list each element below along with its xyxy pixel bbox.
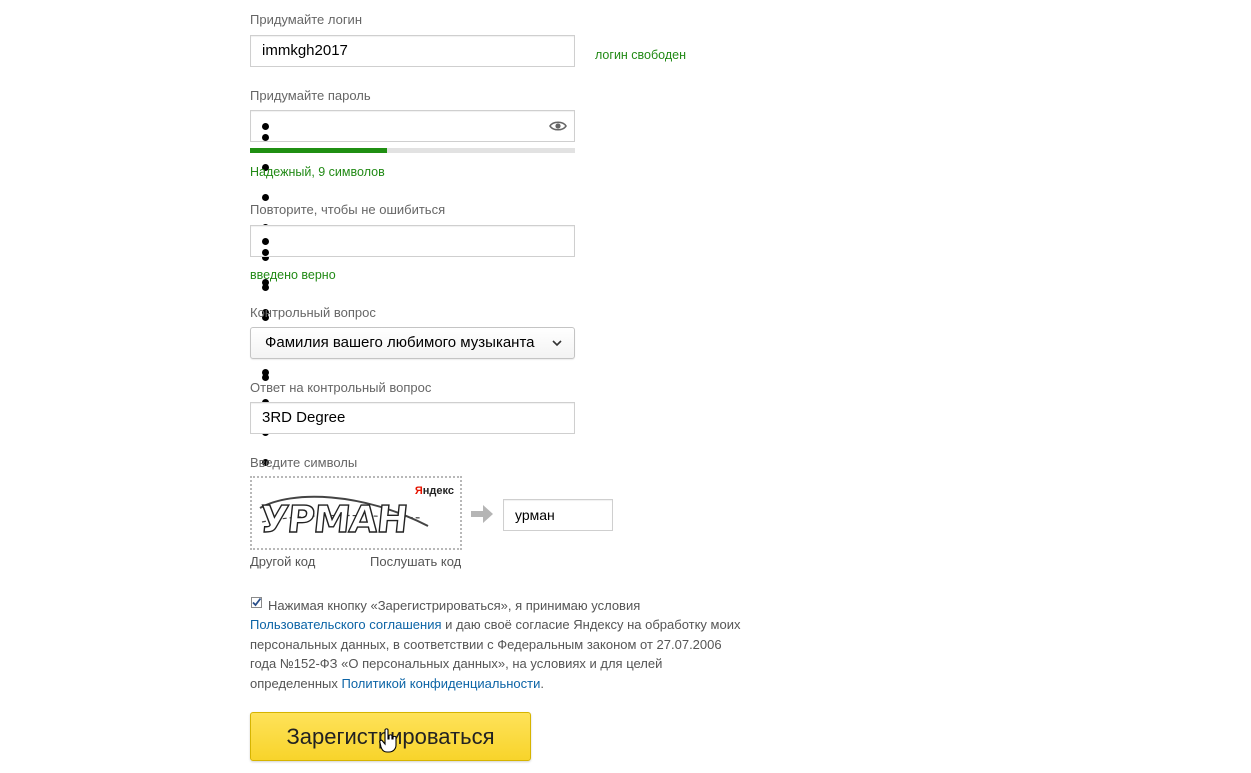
captcha-brand-rest: ндекс — [422, 485, 454, 497]
security-question-value: Фамилия вашего любимого музыканта — [265, 334, 535, 351]
password-repeat-mask — [262, 237, 269, 497]
login-label: Придумайте логин — [250, 12, 362, 27]
mask-dot — [262, 134, 269, 142]
password-repeat-input[interactable] — [250, 225, 575, 497]
hand-cursor-icon — [379, 728, 397, 753]
password-strength-track — [250, 148, 575, 153]
agreement-line-1: Нажимая кнопку «Зарегистрироваться», я п… — [268, 598, 641, 613]
captcha-input[interactable]: урман — [503, 499, 613, 531]
password-repeat-status: введено верно — [250, 268, 336, 282]
mask-dot — [262, 249, 269, 257]
mask-dot — [262, 369, 269, 377]
captcha-brand: Яндекс — [415, 485, 454, 497]
captcha-brand-first-letter: Я — [414, 485, 423, 497]
captcha-other-code-link[interactable]: Другой код — [250, 554, 315, 569]
login-input[interactable]: immkgh2017 — [250, 35, 575, 67]
security-answer-input[interactable]: 3RD Degree — [250, 402, 575, 434]
agreement-line-2: Пользовательского соглашения и даю своё … — [250, 615, 740, 635]
arrow-right-icon — [471, 505, 493, 523]
user-agreement-link[interactable]: Пользовательского соглашения — [250, 617, 442, 632]
agreement-line-4: года №152-ФЗ «О персональных данных», на… — [250, 656, 663, 671]
mask-dot — [262, 194, 269, 202]
password-strength-text: Надежный, 9 символов — [250, 165, 385, 179]
captcha-label: Введите символы — [250, 455, 358, 470]
agreement-line-3: персональных данных, в соответствии с Фе… — [250, 637, 722, 652]
security-question-label: Контрольный вопрос — [250, 305, 376, 320]
captcha-text: УРМАН — [257, 497, 410, 541]
checkmark-icon — [252, 597, 262, 607]
chevron-down-icon — [552, 340, 562, 347]
security-answer-label: Ответ на контрольный вопрос — [250, 380, 432, 395]
password-strength-fill — [250, 148, 387, 153]
password-label: Придумайте пароль — [250, 88, 371, 103]
security-question-select[interactable]: Фамилия вашего любимого музыканта — [250, 327, 575, 359]
eye-icon[interactable] — [549, 118, 567, 134]
password-input[interactable] — [250, 110, 575, 382]
password-mask — [262, 122, 269, 382]
captcha-listen-link[interactable]: Послушать код — [370, 554, 461, 569]
agreement-line-5-text: определенных — [250, 676, 342, 691]
agreement-line-5-end: . — [540, 676, 544, 691]
agreement-line-5: определенных Политикой конфиденциальност… — [250, 674, 544, 694]
password-repeat-label: Повторите, чтобы не ошибиться — [250, 202, 446, 217]
agreement-line-2-text: и даю своё согласие Яндексу на обработку… — [441, 617, 741, 632]
privacy-policy-link[interactable]: Политикой конфиденциальности — [341, 676, 540, 691]
login-status: логин свободен — [595, 48, 686, 62]
agreement-checkbox[interactable] — [251, 597, 262, 608]
captcha-image: УРМАН Яндекс — [250, 476, 462, 550]
